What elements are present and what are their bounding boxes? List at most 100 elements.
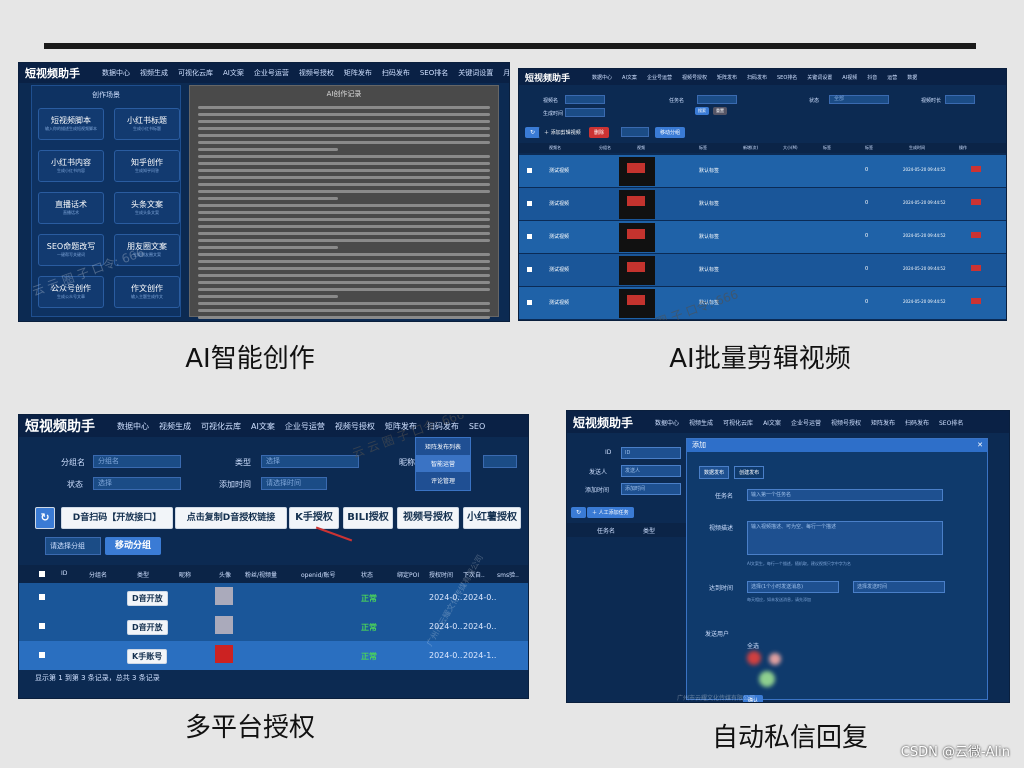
nav-item[interactable]: 企业号运营 — [254, 68, 289, 78]
nav-item[interactable]: 视频生成 — [140, 68, 168, 78]
scene-card[interactable]: 小红书内容 生成小红书内容 — [38, 150, 104, 182]
nav-item[interactable]: SEO — [469, 422, 485, 431]
nav-item[interactable]: 矩阵发布 — [385, 421, 417, 432]
filter-input-task[interactable] — [697, 95, 737, 104]
table-row[interactable]: 测试视频 默认标签 0 2024-05-20 09:44:52 — [519, 221, 1006, 254]
scene-card[interactable]: 朋友圈文案 生成朋友圈文案 — [114, 234, 180, 266]
table-row[interactable]: 测试视频 默认标签 0 2024-05-20 09:44:52 — [519, 287, 1006, 320]
row-checkbox[interactable] — [527, 300, 532, 305]
table-row[interactable]: D音开放 正常 2024-0.. 2024-0.. — [19, 612, 528, 641]
nav-item[interactable]: 矩阵发布 — [344, 68, 372, 78]
table-row[interactable]: 测试视频 默认标签 0 2024-05-20 09:44:52 — [519, 155, 1006, 188]
nav-item[interactable]: 数据中心 — [592, 74, 612, 81]
tab-create-publish[interactable]: 创建发布 — [734, 466, 765, 479]
auth-button[interactable]: 视频号授权 — [397, 507, 459, 529]
row-checkbox[interactable] — [39, 594, 45, 600]
close-icon[interactable]: ✕ — [977, 439, 983, 452]
search-button[interactable]: 搜索 — [695, 107, 709, 115]
sender-input[interactable]: 发送人 — [621, 465, 681, 477]
group-name-input[interactable]: 分组名 — [93, 455, 181, 468]
nav-item[interactable]: 数据中心 — [117, 421, 149, 432]
scene-card[interactable]: 短视频脚本 输入你的描述生成短视频脚本 — [38, 108, 104, 140]
row-checkbox[interactable] — [527, 267, 532, 272]
table-row[interactable]: 测试视频 默认标签 0 2024-05-20 09:44:52 — [519, 188, 1006, 221]
delete-row-button[interactable] — [971, 265, 981, 271]
nav-item[interactable]: 企业号运营 — [791, 418, 821, 427]
video-thumbnail[interactable] — [619, 223, 655, 252]
confirm-button[interactable]: 确认 — [743, 695, 764, 702]
nav-item[interactable]: 关键词设置 — [807, 74, 832, 81]
nav-item[interactable]: 运营 — [887, 74, 897, 81]
nav-item[interactable]: 矩阵发布 — [717, 74, 737, 81]
nav-item[interactable]: 视频号授权 — [682, 74, 707, 81]
nav-item[interactable]: 矩阵发布 — [871, 418, 895, 427]
nav-item[interactable]: 扫码发布 — [747, 74, 767, 81]
nav-item[interactable]: 数据 — [907, 74, 917, 81]
row-checkbox[interactable] — [39, 623, 45, 629]
auth-button[interactable]: 小红薯授权 — [463, 507, 521, 529]
filter-input-time[interactable] — [565, 108, 605, 117]
delete-button[interactable]: 删除 — [589, 127, 610, 138]
nav-item[interactable]: 可视化云库 — [723, 418, 753, 427]
row-checkbox[interactable] — [527, 168, 532, 173]
scene-card[interactable]: SEO命题改写 一键帮写关键词 — [38, 234, 104, 266]
nav-item[interactable]: AI视频 — [842, 74, 857, 81]
row-checkbox[interactable] — [527, 234, 532, 239]
id-input[interactable]: ID — [621, 447, 681, 459]
nav-item[interactable]: SEO排名 — [939, 418, 963, 427]
table-row[interactable]: K手账号 正常 2024-0.. 2024-1.. — [19, 641, 528, 670]
nav-item[interactable]: 抖音 — [867, 74, 877, 81]
nav-item[interactable]: 视频生成 — [689, 418, 713, 427]
nav-item[interactable]: 数据中心 — [655, 418, 679, 427]
nav-item[interactable]: AI文案 — [763, 418, 781, 427]
send-interval-select[interactable]: 选择(1个小时发送消息) — [747, 581, 839, 593]
type-select[interactable]: 选择 — [261, 455, 359, 468]
move-group-button[interactable]: 移动分组 — [105, 537, 161, 555]
nav-item[interactable]: SEO排名 — [420, 68, 448, 78]
delete-row-button[interactable] — [971, 199, 981, 205]
nav-item[interactable]: 扫码发布 — [905, 418, 929, 427]
reset-button[interactable]: 重置 — [713, 107, 727, 115]
scene-card[interactable]: 知乎创作 生成知乎问答 — [114, 150, 180, 182]
filter-input-duration[interactable] — [945, 95, 975, 104]
nav-item[interactable]: 企业号运营 — [285, 421, 325, 432]
nav-item[interactable]: 视频号授权 — [335, 421, 375, 432]
time-input[interactable]: 添加时间 — [621, 483, 681, 495]
group-select[interactable] — [621, 127, 649, 137]
dropdown-item-ops[interactable]: 智能运营 — [416, 455, 470, 472]
refresh-icon[interactable]: ↻ — [35, 507, 55, 529]
auth-button[interactable]: K手授权 — [289, 507, 339, 529]
video-thumbnail[interactable] — [619, 289, 655, 318]
video-thumbnail[interactable] — [619, 157, 655, 186]
tab-data-publish[interactable]: 数据发布 — [699, 466, 730, 479]
add-task-button[interactable]: ＋ 人工添加任务 — [587, 507, 634, 518]
nav-item[interactable]: AI文案 — [251, 421, 275, 432]
nav-item[interactable]: 可视化云库 — [201, 421, 241, 432]
nav-item[interactable]: 视频生成 — [159, 421, 191, 432]
nav-item[interactable]: SEO排名 — [777, 74, 797, 81]
scene-card[interactable]: 公众号创作 生成公众号文章 — [38, 276, 104, 308]
scene-card[interactable]: 作文创作 输入主题生成作文 — [114, 276, 180, 308]
scene-card[interactable]: 头条文案 生成头条文案 — [114, 192, 180, 224]
auth-button[interactable]: BILI授权 — [343, 507, 393, 529]
send-time-select[interactable]: 选择发送时间 — [853, 581, 945, 593]
row-checkbox[interactable] — [527, 201, 532, 206]
task-name-input[interactable]: 输入第一个任务名 — [747, 489, 943, 501]
table-row[interactable]: D音开放 正常 2024-0.. 2024-0.. — [19, 583, 528, 612]
refresh-icon[interactable]: ↻ — [525, 127, 541, 138]
filter-input-name[interactable] — [565, 95, 605, 104]
group-select[interactable]: 请选择分组 — [45, 537, 101, 555]
move-group-button[interactable]: 移动分组 — [655, 127, 686, 138]
status-select[interactable]: 选择 — [93, 477, 181, 490]
scene-card[interactable]: 小红书标题 生成小红书标题 — [114, 108, 180, 140]
nav-item[interactable]: AI文案 — [223, 68, 244, 78]
time-input[interactable]: 请选择时间 — [261, 477, 327, 490]
delete-row-button[interactable] — [971, 232, 981, 238]
nav-item[interactable]: 视频号授权 — [831, 418, 861, 427]
auth-button[interactable]: 点击复制D音授权链接 — [175, 507, 287, 529]
nav-item[interactable]: 扫码发布 — [382, 68, 410, 78]
video-thumbnail[interactable] — [619, 256, 655, 285]
scene-card[interactable]: 直播话术 直播话术 — [38, 192, 104, 224]
auth-button[interactable]: D音扫码【开放接口】 — [61, 507, 173, 529]
nav-item[interactable]: 可视化云库 — [178, 68, 213, 78]
